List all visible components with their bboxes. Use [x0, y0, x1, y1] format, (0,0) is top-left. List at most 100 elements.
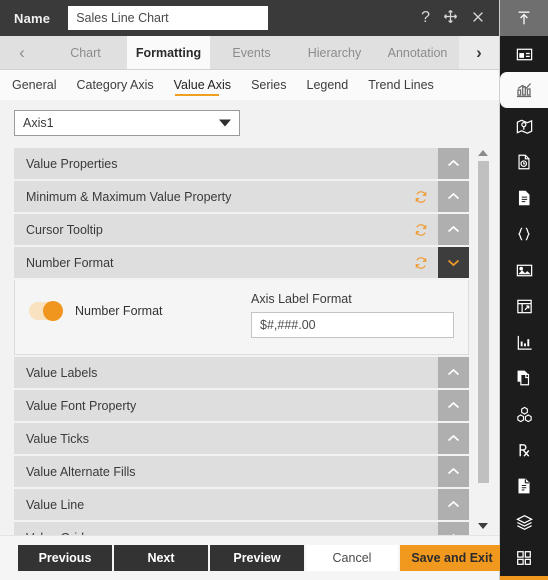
chevron-up-icon[interactable]	[438, 148, 469, 179]
chevron-up-icon[interactable]	[438, 456, 469, 487]
tab-events[interactable]: Events	[210, 36, 293, 69]
download-icon[interactable]	[500, 576, 548, 580]
code-braces-icon[interactable]	[500, 216, 548, 252]
dialog-footer: Previous Next Preview Cancel Save and Ex…	[0, 535, 504, 580]
axis-label-format-group: Axis Label Format	[251, 292, 454, 338]
tab-chart[interactable]: Chart	[44, 36, 127, 69]
chevron-up-icon[interactable]	[438, 214, 469, 245]
axis-select-value: Axis1	[23, 116, 54, 130]
accordion-row-cursor-tooltip[interactable]: Cursor Tooltip	[14, 214, 469, 245]
accordion-label: Minimum & Maximum Value Property	[26, 189, 232, 204]
axis-select[interactable]: Axis1	[14, 110, 240, 136]
preview-button[interactable]: Preview	[210, 545, 304, 571]
close-icon[interactable]	[471, 10, 485, 27]
tab-hierarchy[interactable]: Hierarchy	[293, 36, 376, 69]
accordion-row-number-format[interactable]: Number Format	[14, 247, 469, 278]
chevron-up-icon[interactable]	[438, 423, 469, 454]
accordion-label: Value Grid	[14, 531, 84, 536]
layers-icon[interactable]	[500, 504, 548, 540]
accordion-label: Value Properties	[26, 156, 118, 171]
document-text-icon[interactable]	[500, 180, 548, 216]
accordion-row-value-grid[interactable]: Value Grid	[14, 522, 469, 535]
accordion-label: Value Ticks	[26, 431, 89, 446]
chart-settings-dialog: Name ? ‹ Chart	[0, 0, 548, 580]
refresh-icon[interactable]	[414, 190, 428, 204]
accordion-label: Value Font Property	[26, 398, 137, 413]
refresh-icon[interactable]	[414, 223, 428, 237]
scroll-down-arrow-icon[interactable]	[478, 523, 488, 529]
subtab-value-axis[interactable]: Value Axis	[174, 70, 231, 100]
move-icon[interactable]	[443, 9, 458, 27]
scroll-up-arrow-icon[interactable]	[478, 150, 488, 156]
accordion-label: Cursor Tooltip	[26, 222, 103, 237]
question-mark-icon[interactable]: ?	[421, 10, 430, 26]
titlebar-icons: ?	[421, 9, 491, 27]
document-clock-icon[interactable]	[500, 144, 548, 180]
accordion-scroll-area: Value Properties Minimum & Maximum Value…	[14, 148, 469, 535]
accordion-row-value-ticks[interactable]: Value Ticks	[14, 423, 469, 454]
image-icon[interactable]	[500, 252, 548, 288]
number-format-toggle-label: Number Format	[75, 304, 163, 318]
subtab-general[interactable]: General	[12, 70, 56, 100]
subtab-category-axis[interactable]: Category Axis	[76, 70, 153, 100]
accordion-label: Number Format	[26, 255, 114, 270]
chevron-up-icon[interactable]	[438, 522, 469, 535]
cancel-button[interactable]: Cancel	[306, 545, 398, 571]
accordion-row-value-font-property[interactable]: Value Font Property	[14, 390, 469, 421]
name-label: Name	[14, 10, 51, 26]
scrollbar-thumb[interactable]	[477, 161, 489, 483]
sub-tab-bar: General Category Axis Value Axis Series …	[0, 70, 499, 100]
toggle-knob	[43, 301, 63, 321]
save-and-exit-button[interactable]: Save and Exit	[400, 545, 504, 571]
accordion-label: Value Line	[26, 497, 85, 512]
subtab-trend-lines[interactable]: Trend Lines	[368, 70, 434, 100]
axis-label-format-input[interactable]	[251, 312, 454, 338]
accordion-label: Value Alternate Fills	[26, 464, 136, 479]
analytics-icon[interactable]	[500, 324, 548, 360]
previous-button[interactable]: Previous	[18, 545, 112, 571]
cubes-icon[interactable]	[500, 396, 548, 432]
chevron-up-icon[interactable]	[438, 489, 469, 520]
accordion-row-value-labels[interactable]: Value Labels	[14, 357, 469, 388]
tabs-prev-arrow-icon[interactable]: ‹	[0, 36, 44, 69]
right-toolbar-rail	[500, 0, 548, 580]
tab-list: Chart Formatting Events Hierarchy Annota…	[44, 36, 459, 69]
subtab-legend[interactable]: Legend	[307, 70, 349, 100]
subtab-series[interactable]: Series	[251, 70, 286, 100]
chevron-down-icon	[219, 119, 231, 127]
scrollbar-track[interactable]	[477, 159, 489, 520]
title-bar: Name ?	[0, 0, 499, 36]
chart-bar-icon[interactable]	[500, 72, 548, 108]
number-format-toggle-group: Number Format	[29, 292, 251, 321]
copy-document-icon[interactable]	[500, 360, 548, 396]
tabs-next-arrow-icon[interactable]: ›	[459, 36, 499, 69]
main-column: Name ? ‹ Chart	[0, 0, 504, 580]
vertical-scrollbar[interactable]	[475, 148, 491, 531]
refresh-icon[interactable]	[414, 256, 428, 270]
tab-annotation[interactable]: Annotation	[376, 36, 459, 69]
chevron-up-icon[interactable]	[438, 357, 469, 388]
accordion-row-value-alternate-fills[interactable]: Value Alternate Fills	[14, 456, 469, 487]
accordion-row-value-properties[interactable]: Value Properties	[14, 148, 469, 179]
tab-formatting[interactable]: Formatting	[127, 36, 210, 69]
number-format-panel: Number Format Axis Label Format	[14, 280, 469, 355]
accordion-row-min-max-value-property[interactable]: Minimum & Maximum Value Property	[14, 181, 469, 212]
grid-squares-icon[interactable]	[500, 540, 548, 576]
collapse-up-icon[interactable]	[500, 0, 548, 36]
chevron-up-icon[interactable]	[438, 181, 469, 212]
prescription-icon[interactable]	[500, 432, 548, 468]
map-pin-icon[interactable]	[500, 108, 548, 144]
main-tab-bar: ‹ Chart Formatting Events Hierarchy Anno…	[0, 36, 499, 70]
chevron-down-icon[interactable]	[438, 247, 469, 278]
table-insert-icon[interactable]	[500, 288, 548, 324]
accordion-row-value-line[interactable]: Value Line	[14, 489, 469, 520]
document-report-icon[interactable]	[500, 468, 548, 504]
chart-name-input[interactable]	[68, 6, 269, 30]
axis-select-wrap: Axis1	[0, 110, 499, 136]
number-format-toggle[interactable]	[29, 301, 63, 321]
chevron-up-icon[interactable]	[438, 390, 469, 421]
settings-body: Axis1 Value Properties Minimum & Maximum…	[0, 100, 499, 535]
accordion-label: Value Labels	[26, 365, 98, 380]
layout-panel-icon[interactable]	[500, 36, 548, 72]
next-button[interactable]: Next	[114, 545, 208, 571]
